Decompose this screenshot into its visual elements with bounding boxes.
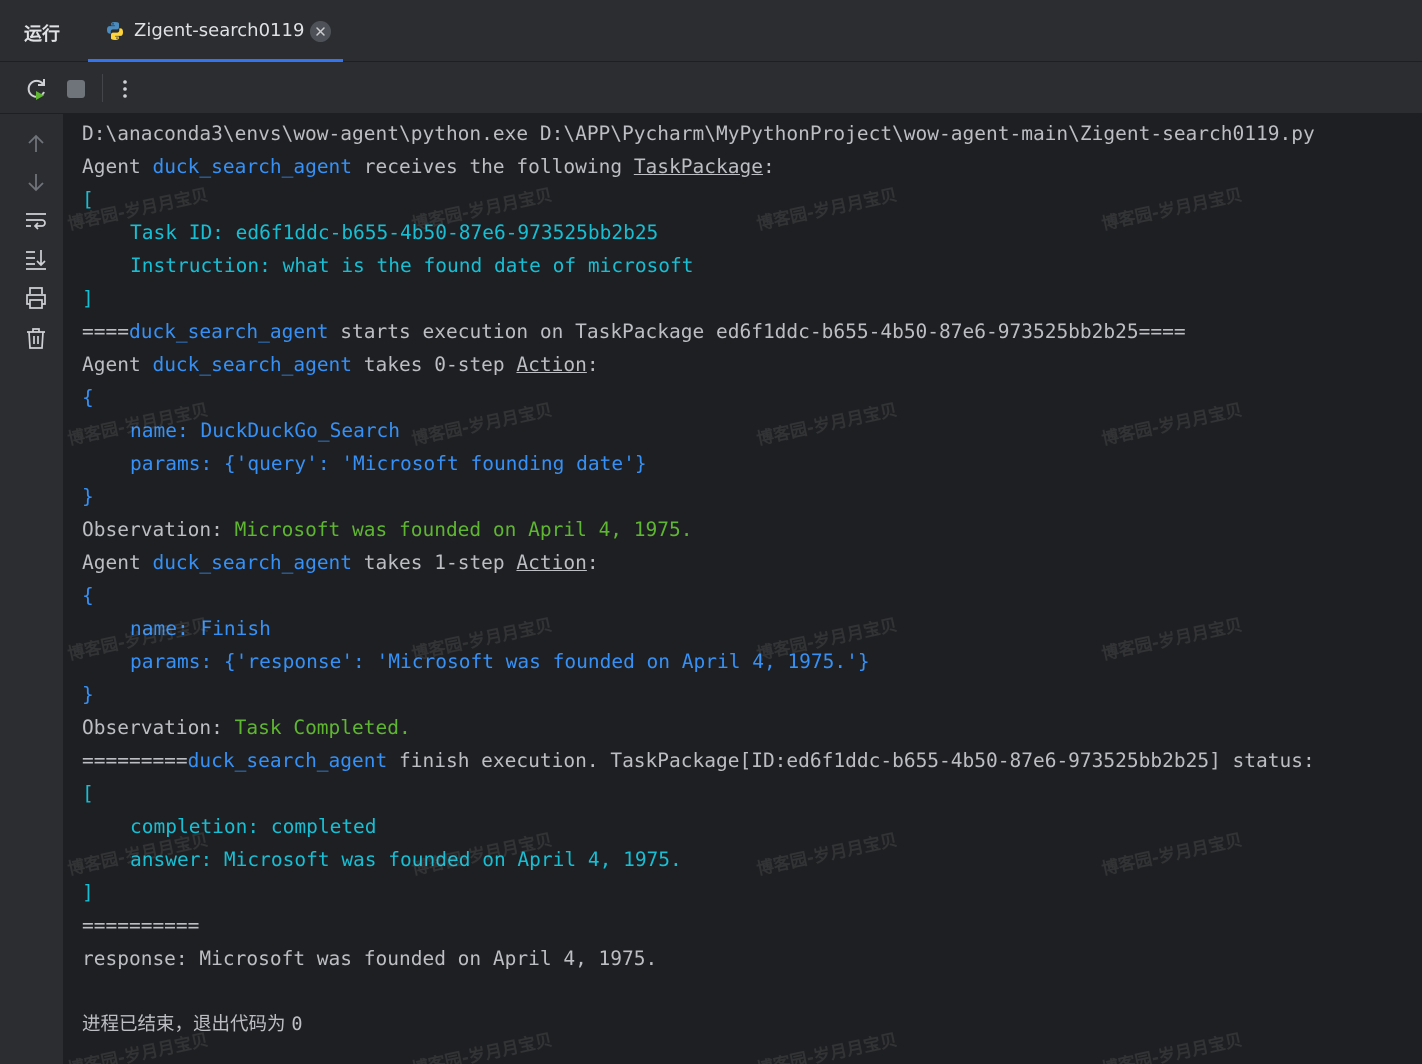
bracket-close: ]: [82, 287, 94, 310]
brace-open: {: [82, 584, 94, 607]
text: :: [762, 155, 775, 178]
python-icon: [107, 22, 123, 40]
step0-name: DuckDuckGo_Search: [200, 419, 401, 442]
text: finish execution. TaskPackage[ID:ed6f1dd…: [387, 749, 1315, 772]
brace-close: }: [82, 683, 94, 706]
run-tool-window-title: 运行: [24, 24, 60, 45]
text: :: [586, 353, 599, 376]
answer-line: answer: Microsoft was founded on April 4…: [82, 843, 682, 876]
params-key: params:: [130, 650, 224, 673]
step1-name-line: name: Finish: [82, 612, 271, 645]
observation1-line: Observation: Task Completed.: [82, 711, 411, 744]
text: receives the following: [352, 155, 634, 178]
text: starts execution on TaskPackage ed6f1ddc…: [328, 320, 1186, 343]
exit-code: 0: [291, 1014, 303, 1035]
takes-step0-line: Agent duck_search_agent takes 0-step Act…: [82, 348, 599, 381]
brace-close: }: [82, 485, 94, 508]
console-side-toolbar: [0, 114, 64, 1064]
observation0-line: Observation: Microsoft was founded on Ap…: [82, 513, 693, 546]
step1-name: Finish: [200, 617, 271, 640]
instruction-line: Instruction: what is the found date of m…: [82, 249, 694, 282]
completion-line: completion: completed: [82, 810, 377, 843]
trash-icon[interactable]: [24, 326, 48, 350]
observation0-value: Microsoft was founded on April 4, 1975.: [234, 518, 693, 541]
text: Agent: [82, 551, 153, 574]
finish-execution-line: =========duck_search_agent finish execut…: [82, 744, 1315, 777]
command-line: D:\anaconda3\envs\wow-agent\python.exe D…: [82, 122, 1315, 145]
more-vertical-icon[interactable]: [118, 76, 132, 102]
takes-step1-line: Agent duck_search_agent takes 1-step Act…: [82, 546, 599, 579]
agent-receives-line: Agent duck_search_agent receives the fol…: [82, 150, 775, 183]
bracket-close: ]: [82, 881, 94, 904]
step0-params: {'query': 'Microsoft founding date'}: [223, 452, 647, 475]
agent-name: duck_search_agent: [152, 353, 353, 376]
arrow-up-icon[interactable]: [24, 132, 48, 156]
bracket-open: [: [82, 188, 94, 211]
text: ====: [82, 320, 129, 343]
text: Agent: [82, 353, 153, 376]
step1-params-line: params: {'response': 'Microsoft was foun…: [82, 645, 870, 678]
step1-params: {'response': 'Microsoft was founded on A…: [223, 650, 870, 673]
text: takes 1-step: [352, 551, 517, 574]
task-id-text: Task ID: ed6f1ddc-b655-4b50-87e6-973525b…: [130, 221, 659, 244]
response-line: response: Microsoft was founded on April…: [82, 947, 658, 970]
instruction-text: Instruction: what is the found date of m…: [130, 254, 694, 277]
name-key: name:: [130, 617, 201, 640]
completion-text: completion: completed: [130, 815, 377, 838]
agent-name: duck_search_agent: [152, 551, 353, 574]
agent-name: duck_search_agent: [187, 749, 388, 772]
tool-window-header: 运行 Zigent-search0119: [0, 0, 1422, 62]
step0-params-line: params: {'query': 'Microsoft founding da…: [82, 447, 647, 480]
stop-icon[interactable]: [67, 80, 85, 98]
action-link[interactable]: Action: [516, 551, 586, 574]
rerun-icon[interactable]: [24, 76, 50, 102]
run-tab[interactable]: Zigent-search0119: [88, 0, 343, 62]
agent-name: duck_search_agent: [128, 320, 329, 343]
run-toolbar: [0, 62, 1422, 114]
exit-text: 进程已结束，退出代码为: [82, 1014, 292, 1035]
name-key: name:: [130, 419, 201, 442]
close-icon[interactable]: [310, 21, 331, 42]
brace-open: {: [82, 386, 94, 409]
observation-key: Observation:: [82, 716, 235, 739]
agent-name: duck_search_agent: [152, 155, 353, 178]
params-key: params:: [130, 452, 224, 475]
console-output[interactable]: D:\anaconda3\envs\wow-agent\python.exe D…: [64, 114, 1422, 1064]
task-id-line: Task ID: ed6f1ddc-b655-4b50-87e6-973525b…: [82, 216, 658, 249]
taskpackage-link[interactable]: TaskPackage: [634, 155, 763, 178]
scroll-to-end-icon[interactable]: [24, 247, 48, 271]
soft-wrap-icon[interactable]: [24, 209, 48, 233]
step0-name-line: name: DuckDuckGo_Search: [82, 414, 400, 447]
text: Agent: [82, 155, 153, 178]
text: :: [586, 551, 599, 574]
bracket-open: [: [82, 782, 94, 805]
separator-line: ==========: [82, 914, 200, 937]
action-link[interactable]: Action: [516, 353, 586, 376]
print-icon[interactable]: [24, 286, 48, 310]
text: =========: [82, 749, 188, 772]
arrow-down-icon[interactable]: [24, 170, 48, 194]
run-tab-label: Zigent-search0119: [134, 20, 305, 41]
observation1-value: Task Completed.: [234, 716, 411, 739]
process-exit-line: 进程已结束，退出代码为 0: [82, 1008, 303, 1041]
starts-execution-line: ====duck_search_agent starts execution o…: [82, 315, 1186, 348]
answer-text: answer: Microsoft was founded on April 4…: [130, 848, 682, 871]
observation-key: Observation:: [82, 518, 235, 541]
toolbar-separator: [102, 74, 103, 102]
text: takes 0-step: [352, 353, 517, 376]
